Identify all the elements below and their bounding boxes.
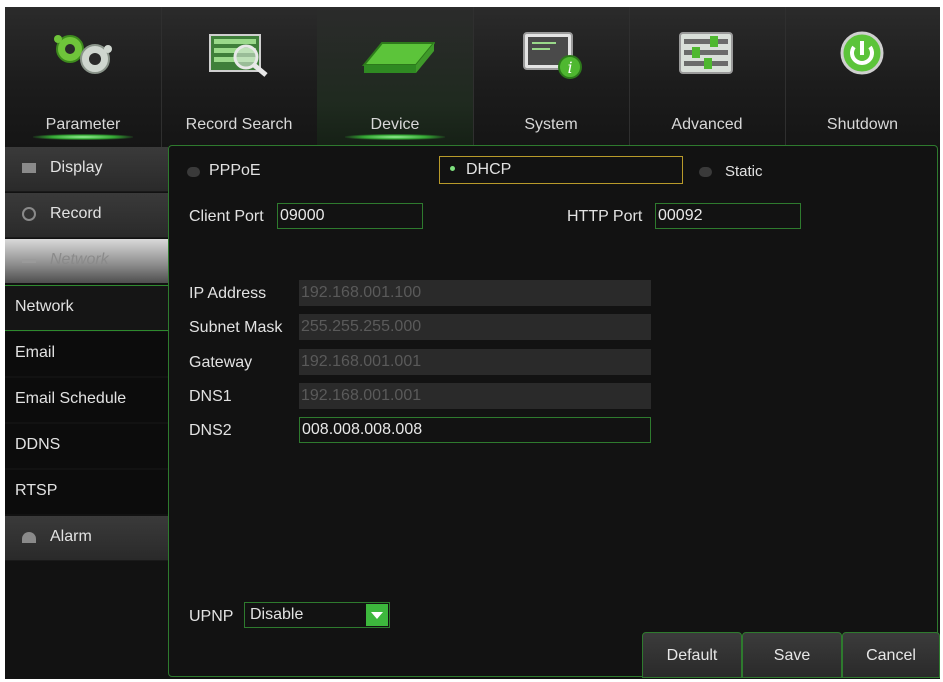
dhcp-option[interactable]: DHCP [439,156,683,184]
tab-system[interactable]: i System [473,7,629,147]
dvr-window: Parameter Record Search Device i System … [5,7,940,679]
tab-parameter[interactable]: Parameter [5,7,161,147]
gateway-label: Gateway [189,354,253,371]
sliders-icon [679,32,733,74]
svg-text:i: i [567,58,572,77]
record-icon [22,207,36,221]
dhcp-label: DHCP [466,161,512,178]
submenu-email-schedule[interactable]: Email Schedule [5,378,168,422]
tab-record-search[interactable]: Record Search [161,7,317,147]
record-search-icon [209,34,268,77]
ip-address-input: 192.168.001.100 [299,280,651,306]
pppoe-label: PPPoE [209,162,261,179]
alarm-icon [22,532,36,543]
tab-shutdown-label: Shutdown [826,116,899,133]
menu-record[interactable]: Record [5,193,168,238]
gears-icon [54,35,112,74]
tab-device-label: Device [370,116,420,133]
subnet-mask-input: 255.255.255.000 [299,314,651,340]
submenu-ddns[interactable]: DDNS [5,424,168,468]
upnp-select[interactable]: Disable [244,602,390,628]
subnet-mask-label: Subnet Mask [189,319,283,336]
power-icon [840,31,884,75]
display-icon [22,163,36,173]
dns2-input[interactable]: 008.008.008.008 [299,417,651,443]
dhcp-radio [450,166,455,171]
tab-advanced-label: Advanced [671,116,743,133]
submenu-network[interactable]: Network [5,285,168,331]
chevron-down-icon [366,604,388,626]
tab-record-search-label: Record Search [185,116,293,133]
tab-device[interactable]: Device [317,7,473,147]
system-info-icon: i [523,32,582,79]
http-port-label: HTTP Port [567,208,643,225]
client-port-label: Client Port [189,208,264,225]
dns1-input: 192.168.001.001 [299,383,651,409]
dns2-label: DNS2 [189,422,232,439]
gateway-input: 192.168.001.001 [299,349,651,375]
ip-address-label: IP Address [189,285,267,302]
top-nav-bar: Parameter Record Search Device i System … [5,7,940,147]
upnp-value: Disable [250,606,304,623]
hard-drive-icon [361,42,435,73]
default-button[interactable]: Default [642,632,742,678]
submenu-rtsp[interactable]: RTSP [5,470,168,514]
tab-advanced[interactable]: Advanced [629,7,785,147]
menu-network-header[interactable]: Network [5,239,168,283]
tab-shutdown[interactable]: Shutdown [785,7,940,147]
network-icon [22,259,36,263]
cancel-button[interactable]: Cancel [842,632,940,678]
submenu-email[interactable]: Email [5,332,168,376]
menu-alarm[interactable]: Alarm [5,516,168,561]
pppoe-radio[interactable] [187,167,200,177]
static-label: Static [725,163,763,180]
network-settings-panel: PPPoE DHCP Static Client Port 09000 HTTP… [168,145,938,677]
save-button[interactable]: Save [742,632,842,678]
dns1-label: DNS1 [189,388,232,405]
http-port-input[interactable]: 00092 [655,203,801,229]
client-port-input[interactable]: 09000 [277,203,423,229]
tab-system-label: System [524,116,578,133]
tab-parameter-label: Parameter [45,116,121,133]
menu-display[interactable]: Display [5,147,168,192]
static-radio[interactable] [699,167,712,177]
upnp-label: UPNP [189,608,234,625]
